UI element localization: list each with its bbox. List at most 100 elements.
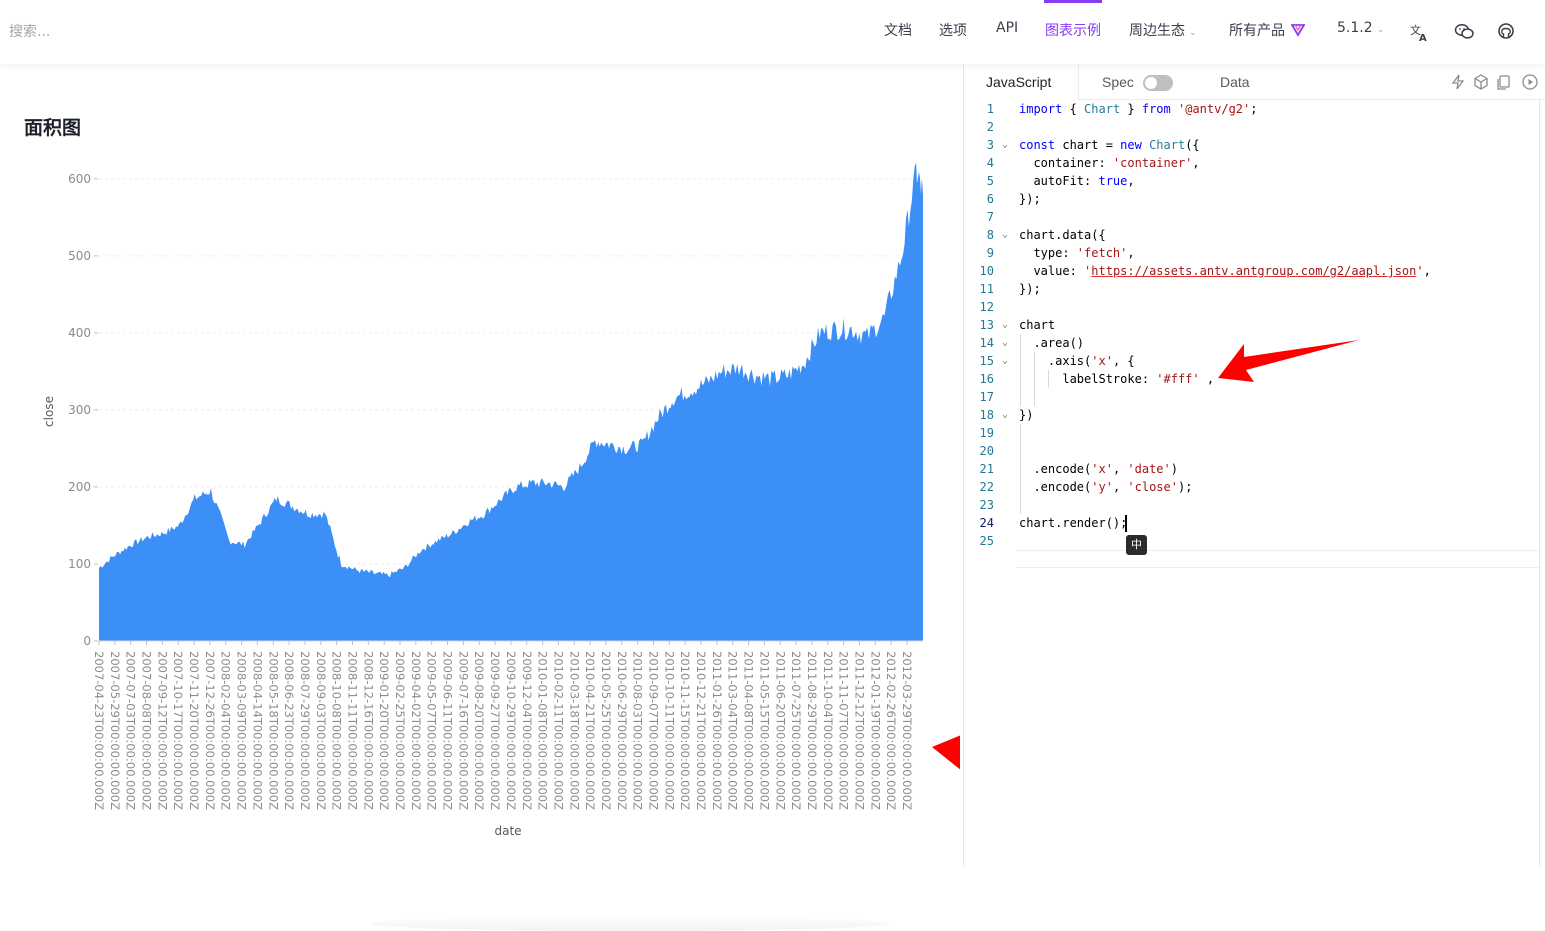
ime-indicator: 中 (1126, 535, 1147, 555)
x-tick-label: 2010-03-18T00:00:00.000Z (567, 651, 581, 810)
preview-pane: 面积图 0 100 200 300 400 500 600 2007-04-23T00:00… (0, 64, 963, 931)
x-tick-label: 2011-04-08T00:00:00.000Z (742, 651, 756, 810)
search-input[interactable] (9, 21, 209, 43)
code-link[interactable]: https://assets.antv.antgroup.com/g2/aapl… (1091, 264, 1416, 278)
code-line: autoFit: true, (1019, 174, 1135, 188)
nav-ecosystem[interactable]: 周边生态 ⌄ (1129, 20, 1197, 40)
code-line: .encode('x', 'date') (1019, 462, 1178, 476)
line-number: 2 (986, 120, 994, 134)
x-tick-label: 2007-11-20T00:00:00.000Z (187, 651, 201, 810)
fold-chevron-icon[interactable]: ⌄ (1002, 226, 1014, 244)
x-tick-label: 2009-10-29T00:00:00.000Z (504, 651, 518, 810)
fold-chevron-icon[interactable]: ⌄ (1002, 406, 1014, 424)
y-tick-label: 200 (68, 480, 91, 494)
fold-chevron-icon[interactable]: ⌄ (1002, 352, 1014, 370)
code-line: import { Chart } from '@antv/g2'; (1019, 102, 1258, 116)
line-number: 23 (979, 498, 994, 512)
y-tick-label: 100 (68, 557, 91, 571)
editor-scrollbar[interactable] (1539, 100, 1540, 867)
x-tick-label: 2007-07-03T00:00:00.000Z (124, 651, 138, 810)
x-tick-label: 2007-08-08T00:00:00.000Z (140, 651, 154, 810)
tab-spec[interactable]: Spec (1080, 64, 1134, 100)
x-tick-label: 2012-01-19T00:00:00.000Z (868, 651, 882, 810)
nav-examples[interactable]: 图表示例 (1045, 20, 1101, 40)
line-number: 20 (979, 444, 994, 458)
code-line: .area() (1019, 336, 1085, 350)
code-line: .axis('x', { (1019, 354, 1135, 368)
x-tick-label: 2008-10-08T00:00:00.000Z (330, 651, 344, 810)
fold-chevron-icon[interactable]: ⌄ (1002, 334, 1014, 352)
x-tick-label: 2011-03-04T00:00:00.000Z (726, 651, 740, 810)
code-line: const chart = new Chart({ (1019, 138, 1200, 152)
x-tick-label: 2010-08-03T00:00:00.000Z (631, 651, 645, 810)
x-tick-label: 2008-09-03T00:00:00.000Z (314, 651, 328, 810)
line-number: 21 (979, 462, 994, 476)
wechat-icon[interactable] (1454, 21, 1476, 43)
copy-icon[interactable] (1495, 73, 1513, 91)
text-cursor (1125, 515, 1127, 532)
x-tick-label: 2007-12-26T00:00:00.000Z (203, 651, 217, 810)
nav-options[interactable]: 选项 (939, 20, 967, 40)
x-tick-label: 2011-08-29T00:00:00.000Z (805, 651, 819, 810)
nav-api[interactable]: API (996, 20, 1018, 36)
x-tick-label: 2009-05-07T00:00:00.000Z (425, 651, 439, 810)
line-number: 7 (986, 210, 994, 224)
tab-javascript[interactable]: JavaScript (964, 64, 1079, 100)
x-tick-label: 2012-03-29T00:00:00.000Z (900, 651, 914, 810)
fold-chevron-icon[interactable]: ⌄ (1002, 136, 1014, 154)
line-number: 25 (979, 534, 994, 548)
code-line: chart (1019, 318, 1056, 332)
x-tick-label: 2010-10-11T00:00:00.000Z (662, 651, 676, 810)
product-logo-icon (1290, 24, 1307, 37)
nav-all-products[interactable]: 所有产品 (1229, 20, 1307, 40)
nav-docs[interactable]: 文档 (884, 20, 912, 40)
line-number: 11 (979, 282, 994, 296)
x-axis-title: date (494, 824, 521, 838)
translate-icon[interactable]: 文 A (1409, 21, 1431, 43)
area-series-close (99, 162, 923, 641)
github-icon[interactable] (1496, 21, 1518, 43)
line-number: 6 (986, 192, 994, 206)
code-area[interactable]: 1 2 3 4 5 6 7 8 9 10 11 12 13 14 15 16 1… (964, 100, 1540, 867)
x-tick-label: 2011-05-15T00:00:00.000Z (757, 651, 771, 810)
codesandbox-icon[interactable] (1472, 73, 1490, 91)
x-tick-label: 2008-07-29T00:00:00.000Z (298, 651, 312, 810)
nav-ecosystem-label: 周边生态 (1129, 23, 1185, 39)
x-axis: 2007-04-23T00:00:00.000Z 2007-05-29T00:00… (92, 641, 914, 810)
lightning-icon[interactable] (1449, 73, 1467, 91)
editor-tabs: JavaScript Spec Data (964, 64, 1545, 100)
chevron-down-icon: ⌄ (1376, 25, 1385, 35)
line-number: 18 (979, 408, 994, 422)
line-number: 24 (979, 516, 994, 530)
annotation-arrow-icon (1218, 340, 1359, 382)
x-tick-label: 2008-03-09T00:00:00.000Z (235, 651, 249, 810)
fold-chevron-icon[interactable]: ⌄ (1002, 316, 1014, 334)
code-line: type: 'fetch', (1019, 246, 1135, 260)
x-tick-label: 2009-12-04T00:00:00.000Z (520, 651, 534, 810)
version-select[interactable]: 5.1.2 ⌄ (1337, 20, 1384, 36)
line-number: 15 (979, 354, 994, 368)
x-tick-label: 2010-05-25T00:00:00.000Z (599, 651, 613, 810)
top-nav-bar: 文档 选项 API 图表示例 周边生态⌄ 所有产品 5.1.2⌄ 文 A (0, 0, 1545, 64)
x-tick-label: 2011-01-26T00:00:00.000Z (710, 651, 724, 810)
version-label: 5.1.2 (1337, 20, 1373, 36)
x-tick-label: 2009-07-16T00:00:00.000Z (456, 651, 470, 810)
line-number: 19 (979, 426, 994, 440)
x-tick-label: 2011-06-20T00:00:00.000Z (773, 651, 787, 810)
play-icon[interactable] (1521, 73, 1539, 91)
x-tick-label: 2011-11-07T00:00:00.000Z (837, 651, 851, 810)
line-number: 22 (979, 480, 994, 494)
nav-all-products-label: 所有产品 (1229, 23, 1285, 39)
code-line: labelStroke: '#fff' , (1019, 372, 1215, 386)
area-chart: 0 100 200 300 400 500 600 2007-04-23T00:00:00.… (42, 162, 960, 838)
line-number: 1 (986, 102, 994, 116)
tab-data[interactable]: Data (1198, 64, 1272, 100)
chevron-down-icon: ⌄ (1189, 28, 1197, 38)
x-tick-label: 2010-09-07T00:00:00.000Z (647, 651, 661, 810)
x-tick-label: 2010-12-21T00:00:00.000Z (694, 651, 708, 810)
code-line: .encode('y', 'close'); (1019, 480, 1193, 494)
spec-toggle[interactable] (1143, 75, 1173, 91)
code-line: }) (1019, 408, 1034, 422)
x-tick-label: 2009-04-02T00:00:00.000Z (409, 651, 423, 810)
x-tick-label: 2009-01-20T00:00:00.000Z (377, 651, 391, 810)
